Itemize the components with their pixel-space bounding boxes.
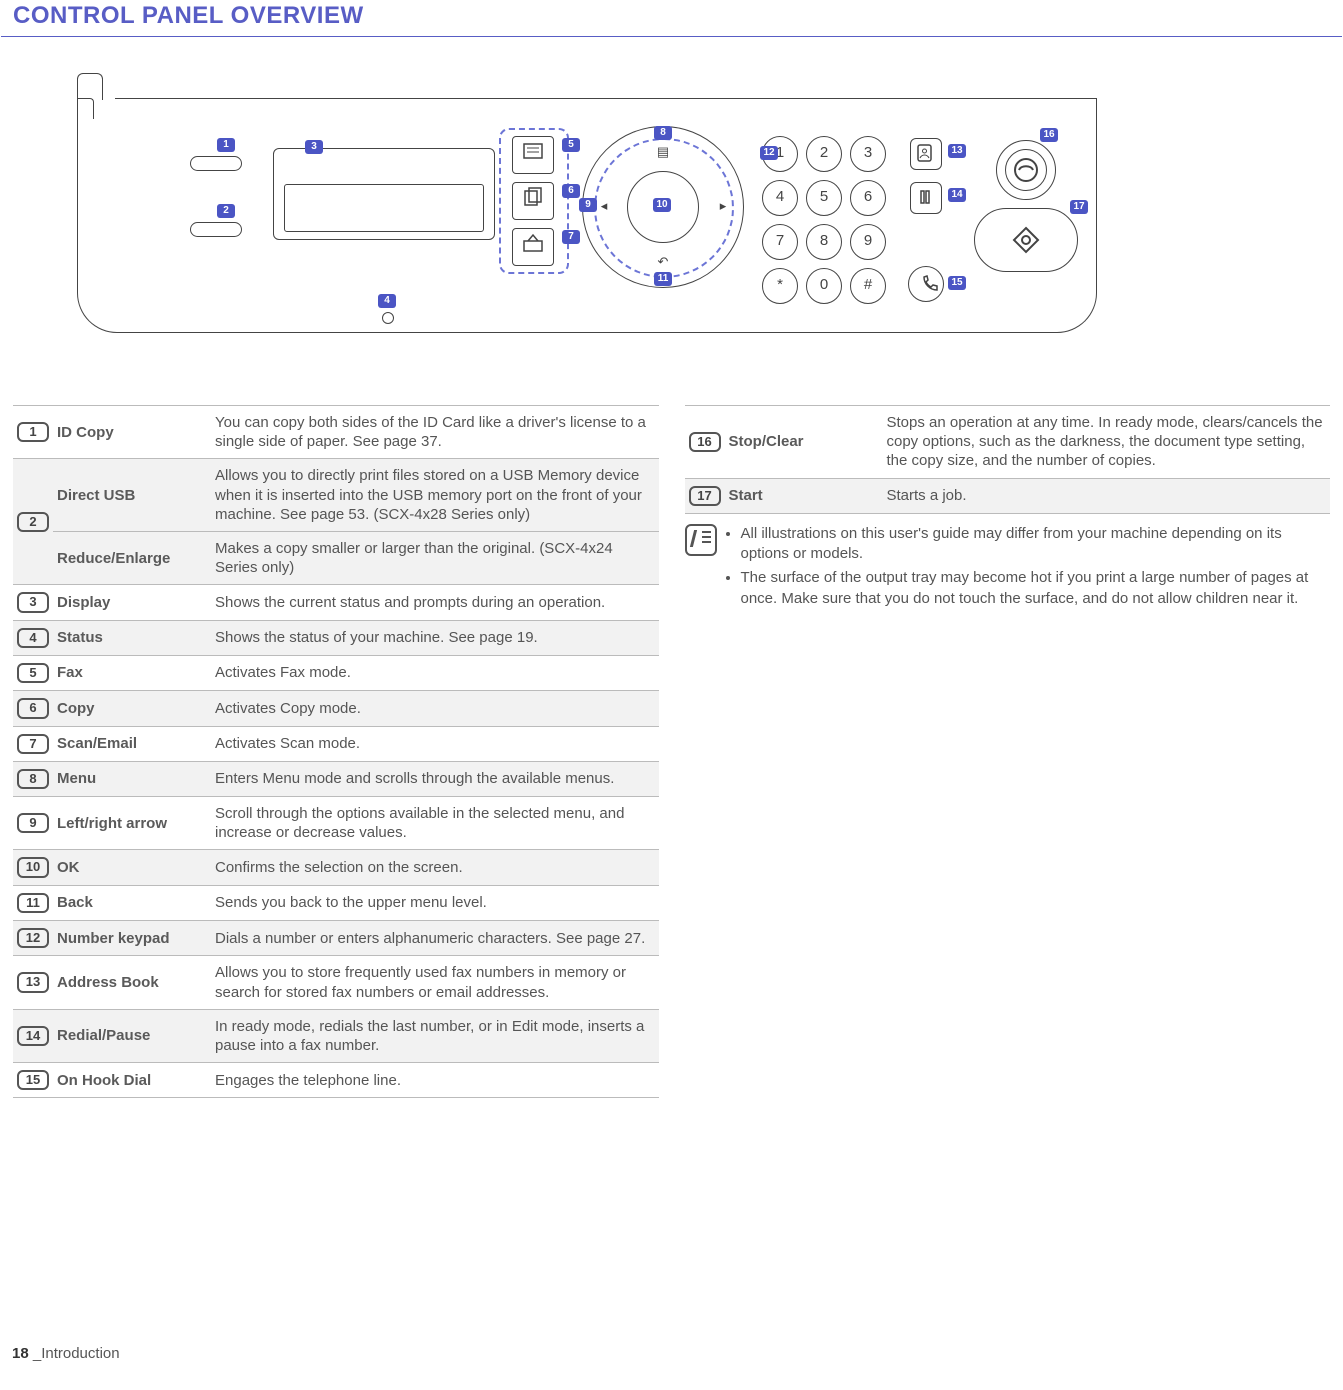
row-desc: You can copy both sides of the ID Card l…	[211, 406, 659, 459]
callout-12: 12	[760, 146, 778, 160]
callout-15: 15	[948, 276, 966, 290]
redial-pause-icon	[910, 182, 942, 214]
callout-4: 4	[378, 294, 396, 308]
callout-14: 14	[948, 188, 966, 202]
controls-table-left: 1 ID Copy You can copy both sides of the…	[13, 405, 659, 1098]
scan-mode-icon	[512, 228, 554, 266]
callout-10: 10	[653, 198, 671, 212]
stop-clear-icon	[1005, 149, 1047, 191]
row-label: ID Copy	[53, 406, 211, 459]
note-icon	[685, 524, 717, 556]
row-num: 1	[17, 422, 49, 442]
back-icon: ↶	[654, 254, 672, 268]
callout-6: 6	[562, 184, 580, 198]
copy-mode-icon	[512, 182, 554, 220]
on-hook-dial-icon	[908, 266, 944, 302]
address-book-icon	[910, 138, 942, 170]
left-arrow-icon: ◂	[595, 198, 613, 212]
callout-8: 8	[654, 126, 672, 140]
callout-5: 5	[562, 138, 580, 152]
control-panel-illustration: 1 2 3 4 5 6 7 ▤ ◂	[77, 73, 1097, 333]
callout-17: 17	[1070, 200, 1088, 214]
callout-1: 1	[217, 138, 235, 152]
start-icon	[974, 208, 1078, 272]
fax-mode-icon	[512, 136, 554, 174]
callout-9: 9	[579, 198, 597, 212]
callout-11: 11	[654, 272, 672, 286]
callout-13: 13	[948, 144, 966, 158]
page-footer: 18 _Introduction	[12, 1345, 120, 1362]
right-arrow-icon: ▸	[714, 198, 732, 212]
callout-7: 7	[562, 230, 580, 244]
note-block: All illustrations on this user's guide m…	[685, 524, 1331, 613]
menu-icon: ▤	[654, 144, 672, 158]
callout-2: 2	[217, 204, 235, 218]
page-title: CONTROL PANEL OVERVIEW	[1, 0, 1342, 37]
controls-table-right: 16 Stop/Clear Stops an operation at any …	[685, 405, 1331, 514]
callout-16: 16	[1040, 128, 1058, 142]
callout-3: 3	[305, 140, 323, 154]
